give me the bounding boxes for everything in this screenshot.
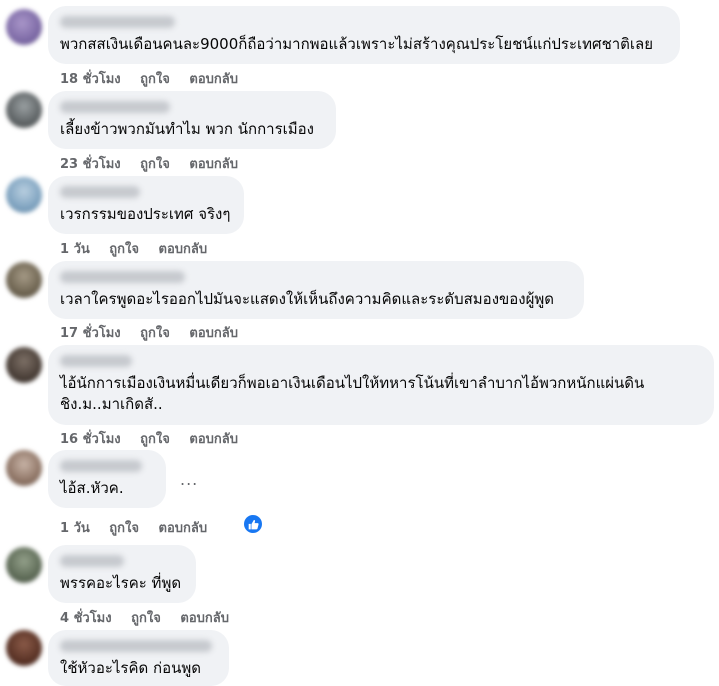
comment-timestamp[interactable]: 17 ชั่วโมง	[60, 326, 121, 341]
comment-actions: 18 ชั่วโมง ถูกใจ ตอบกลับ	[60, 68, 253, 89]
comment-bubble: พรรคอะไรคะ ที่พูด	[48, 545, 196, 603]
like-link[interactable]: ถูกใจ	[131, 611, 161, 626]
like-link[interactable]: ถูกใจ	[140, 432, 170, 447]
comment-actions: 1 วัน ถูกใจ ตอบกลับ	[60, 517, 222, 538]
commenter-name-blurred[interactable]	[60, 355, 132, 367]
comment-text: ไอ้นักการเมืองเงินหมื่นเดียวก็พอเอาเงินเ…	[60, 374, 645, 413]
comment-bubble: ไอ้นักการเมืองเงินหมื่นเดียวก็พอเอาเงินเ…	[48, 345, 714, 425]
commenter-name-blurred[interactable]	[60, 640, 212, 652]
comment-text: เวรกรรมของประเทศ จริงๆ	[60, 205, 231, 223]
avatar[interactable]	[6, 262, 42, 298]
commenter-name-blurred[interactable]	[60, 101, 170, 113]
like-reaction-icon[interactable]	[244, 515, 262, 533]
comment-bubble: เวลาใครพูดอะไรออกไปมันจะแสดงให้เห็นถึงคว…	[48, 261, 584, 319]
avatar[interactable]	[6, 92, 42, 128]
reply-link[interactable]: ตอบกลับ	[189, 432, 238, 447]
comment-text: พรรคอะไรคะ ที่พูด	[60, 574, 182, 592]
comment-timestamp[interactable]: 16 ชั่วโมง	[60, 432, 121, 447]
avatar[interactable]	[6, 177, 42, 213]
reply-link[interactable]: ตอบกลับ	[159, 521, 208, 536]
comment-bubble: พวกสสเงินเดือนคนละ9000ก็ถือว่ามากพอแล้วเ…	[48, 6, 680, 64]
avatar[interactable]	[6, 347, 42, 383]
thumbs-up-icon	[248, 519, 259, 529]
comment-bubble: ไอ้ส.หัวค.	[48, 450, 166, 508]
like-link[interactable]: ถูกใจ	[109, 521, 139, 536]
comment-text: ไอ้ส.หัวค.	[60, 479, 124, 497]
comment-actions: 16 ชั่วโมง ถูกใจ ตอบกลับ	[60, 428, 253, 449]
comment-text: เวลาใครพูดอะไรออกไปมันจะแสดงให้เห็นถึงคว…	[60, 290, 555, 308]
like-link[interactable]: ถูกใจ	[140, 157, 170, 172]
comment-timestamp[interactable]: 18 ชั่วโมง	[60, 72, 121, 87]
comment-actions: 1 วัน ถูกใจ ตอบกลับ	[60, 238, 222, 259]
avatar[interactable]	[6, 630, 42, 666]
avatar[interactable]	[6, 450, 42, 486]
comment-bubble: ใช้หัวอะไรคิด ก่อนพูด	[48, 630, 229, 686]
commenter-name-blurred[interactable]	[60, 555, 124, 567]
comment-text: ใช้หัวอะไรคิด ก่อนพูด	[60, 659, 201, 677]
commenter-name-blurred[interactable]	[60, 16, 175, 28]
comment-bubble: เวรกรรมของประเทศ จริงๆ	[48, 176, 244, 234]
comment-text: พวกสสเงินเดือนคนละ9000ก็ถือว่ามากพอแล้วเ…	[60, 35, 654, 53]
avatar[interactable]	[6, 547, 42, 583]
comment-timestamp[interactable]: 23 ชั่วโมง	[60, 157, 121, 172]
commenter-name-blurred[interactable]	[60, 460, 142, 472]
commenter-name-blurred[interactable]	[60, 186, 140, 198]
like-link[interactable]: ถูกใจ	[140, 326, 170, 341]
reply-link[interactable]: ตอบกลับ	[189, 157, 238, 172]
comment-actions: 4 ชั่วโมง ถูกใจ ตอบกลับ	[60, 607, 244, 628]
like-link[interactable]: ถูกใจ	[140, 72, 170, 87]
reply-link[interactable]: ตอบกลับ	[189, 72, 238, 87]
comment-actions: 23 ชั่วโมง ถูกใจ ตอบกลับ	[60, 153, 253, 174]
comment-text: เลี้ยงข้าวพวกมันทำไม พวก นักการเมือง	[60, 120, 314, 138]
like-link[interactable]: ถูกใจ	[109, 242, 139, 257]
comment-bubble: เลี้ยงข้าวพวกมันทำไม พวก นักการเมือง	[48, 91, 336, 149]
reply-link[interactable]: ตอบกลับ	[180, 611, 229, 626]
reply-link[interactable]: ตอบกลับ	[189, 326, 238, 341]
comment-timestamp[interactable]: 4 ชั่วโมง	[60, 611, 112, 626]
avatar[interactable]	[6, 9, 42, 45]
commenter-name-blurred[interactable]	[60, 271, 185, 283]
more-options-icon[interactable]: ...	[180, 470, 198, 489]
reply-link[interactable]: ตอบกลับ	[159, 242, 208, 257]
comment-timestamp[interactable]: 1 วัน	[60, 242, 90, 257]
comment-actions: 17 ชั่วโมง ถูกใจ ตอบกลับ	[60, 322, 253, 343]
comment-timestamp[interactable]: 1 วัน	[60, 521, 90, 536]
